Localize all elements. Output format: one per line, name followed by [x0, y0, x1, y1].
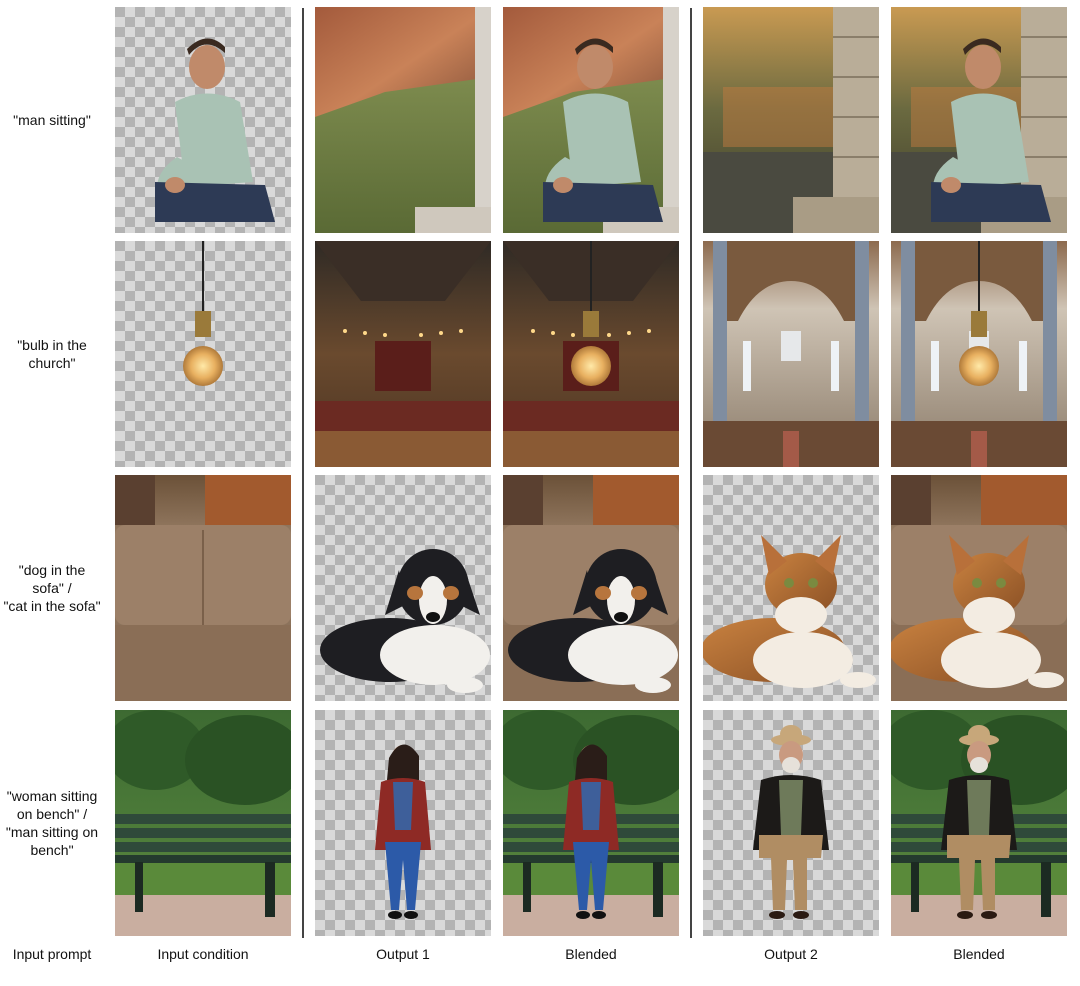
image-dog-output-1	[315, 475, 491, 701]
prompt-line: sofa" /	[32, 580, 72, 596]
prompt-line: on bench" /	[16, 806, 88, 822]
prompt-row-1: "man sitting"	[0, 111, 104, 129]
image-woman-blended-1	[503, 710, 679, 936]
column-label-output-1: Output 1	[376, 946, 430, 962]
prompt-line: "man sitting on	[5, 824, 99, 840]
column-divider	[690, 8, 692, 938]
prompt-row-3: "dog in the sofa" / "cat in the sofa"	[0, 561, 104, 615]
image-cat-output-2	[703, 475, 879, 701]
column-label-output-2: Output 2	[764, 946, 818, 962]
image-man-output-2	[703, 7, 879, 233]
image-bench-input	[115, 710, 291, 936]
prompt-line: "bulb in the	[17, 337, 87, 353]
image-man-blended-1	[503, 7, 679, 233]
image-dog-blended-1	[503, 475, 679, 701]
image-woman-output-1	[315, 710, 491, 936]
prompt-row-2: "bulb in the church"	[0, 336, 104, 372]
prompt-line: "woman sitting	[6, 788, 98, 804]
column-label-input-prompt: Input prompt	[12, 946, 92, 962]
column-label-blended-1: Blended	[565, 946, 617, 962]
prompt-row-4: "woman sitting on bench" / "man sitting …	[0, 787, 104, 859]
image-bulb-blended-1	[503, 241, 679, 467]
image-man-output-1	[315, 7, 491, 233]
prompt-line: "cat in the sofa"	[3, 598, 101, 614]
prompt-line: "man sitting"	[13, 112, 91, 128]
image-bulb-output-2	[703, 241, 879, 467]
column-label-blended-2: Blended	[953, 946, 1005, 962]
image-man-input	[115, 7, 291, 233]
image-oldman-blended-2	[891, 710, 1067, 936]
prompt-line: church"	[28, 355, 76, 371]
image-bulb-blended-2	[891, 241, 1067, 467]
image-cat-blended-2	[891, 475, 1067, 701]
prompt-line: "dog in the	[18, 562, 86, 578]
image-bulb-input	[115, 241, 291, 467]
image-sofa-input	[115, 475, 291, 701]
column-label-input-condition: Input condition	[157, 946, 249, 962]
prompt-line: bench"	[30, 842, 74, 858]
image-oldman-output-2	[703, 710, 879, 936]
column-divider	[302, 8, 304, 938]
image-man-blended-2	[891, 7, 1067, 233]
image-bulb-output-1	[315, 241, 491, 467]
